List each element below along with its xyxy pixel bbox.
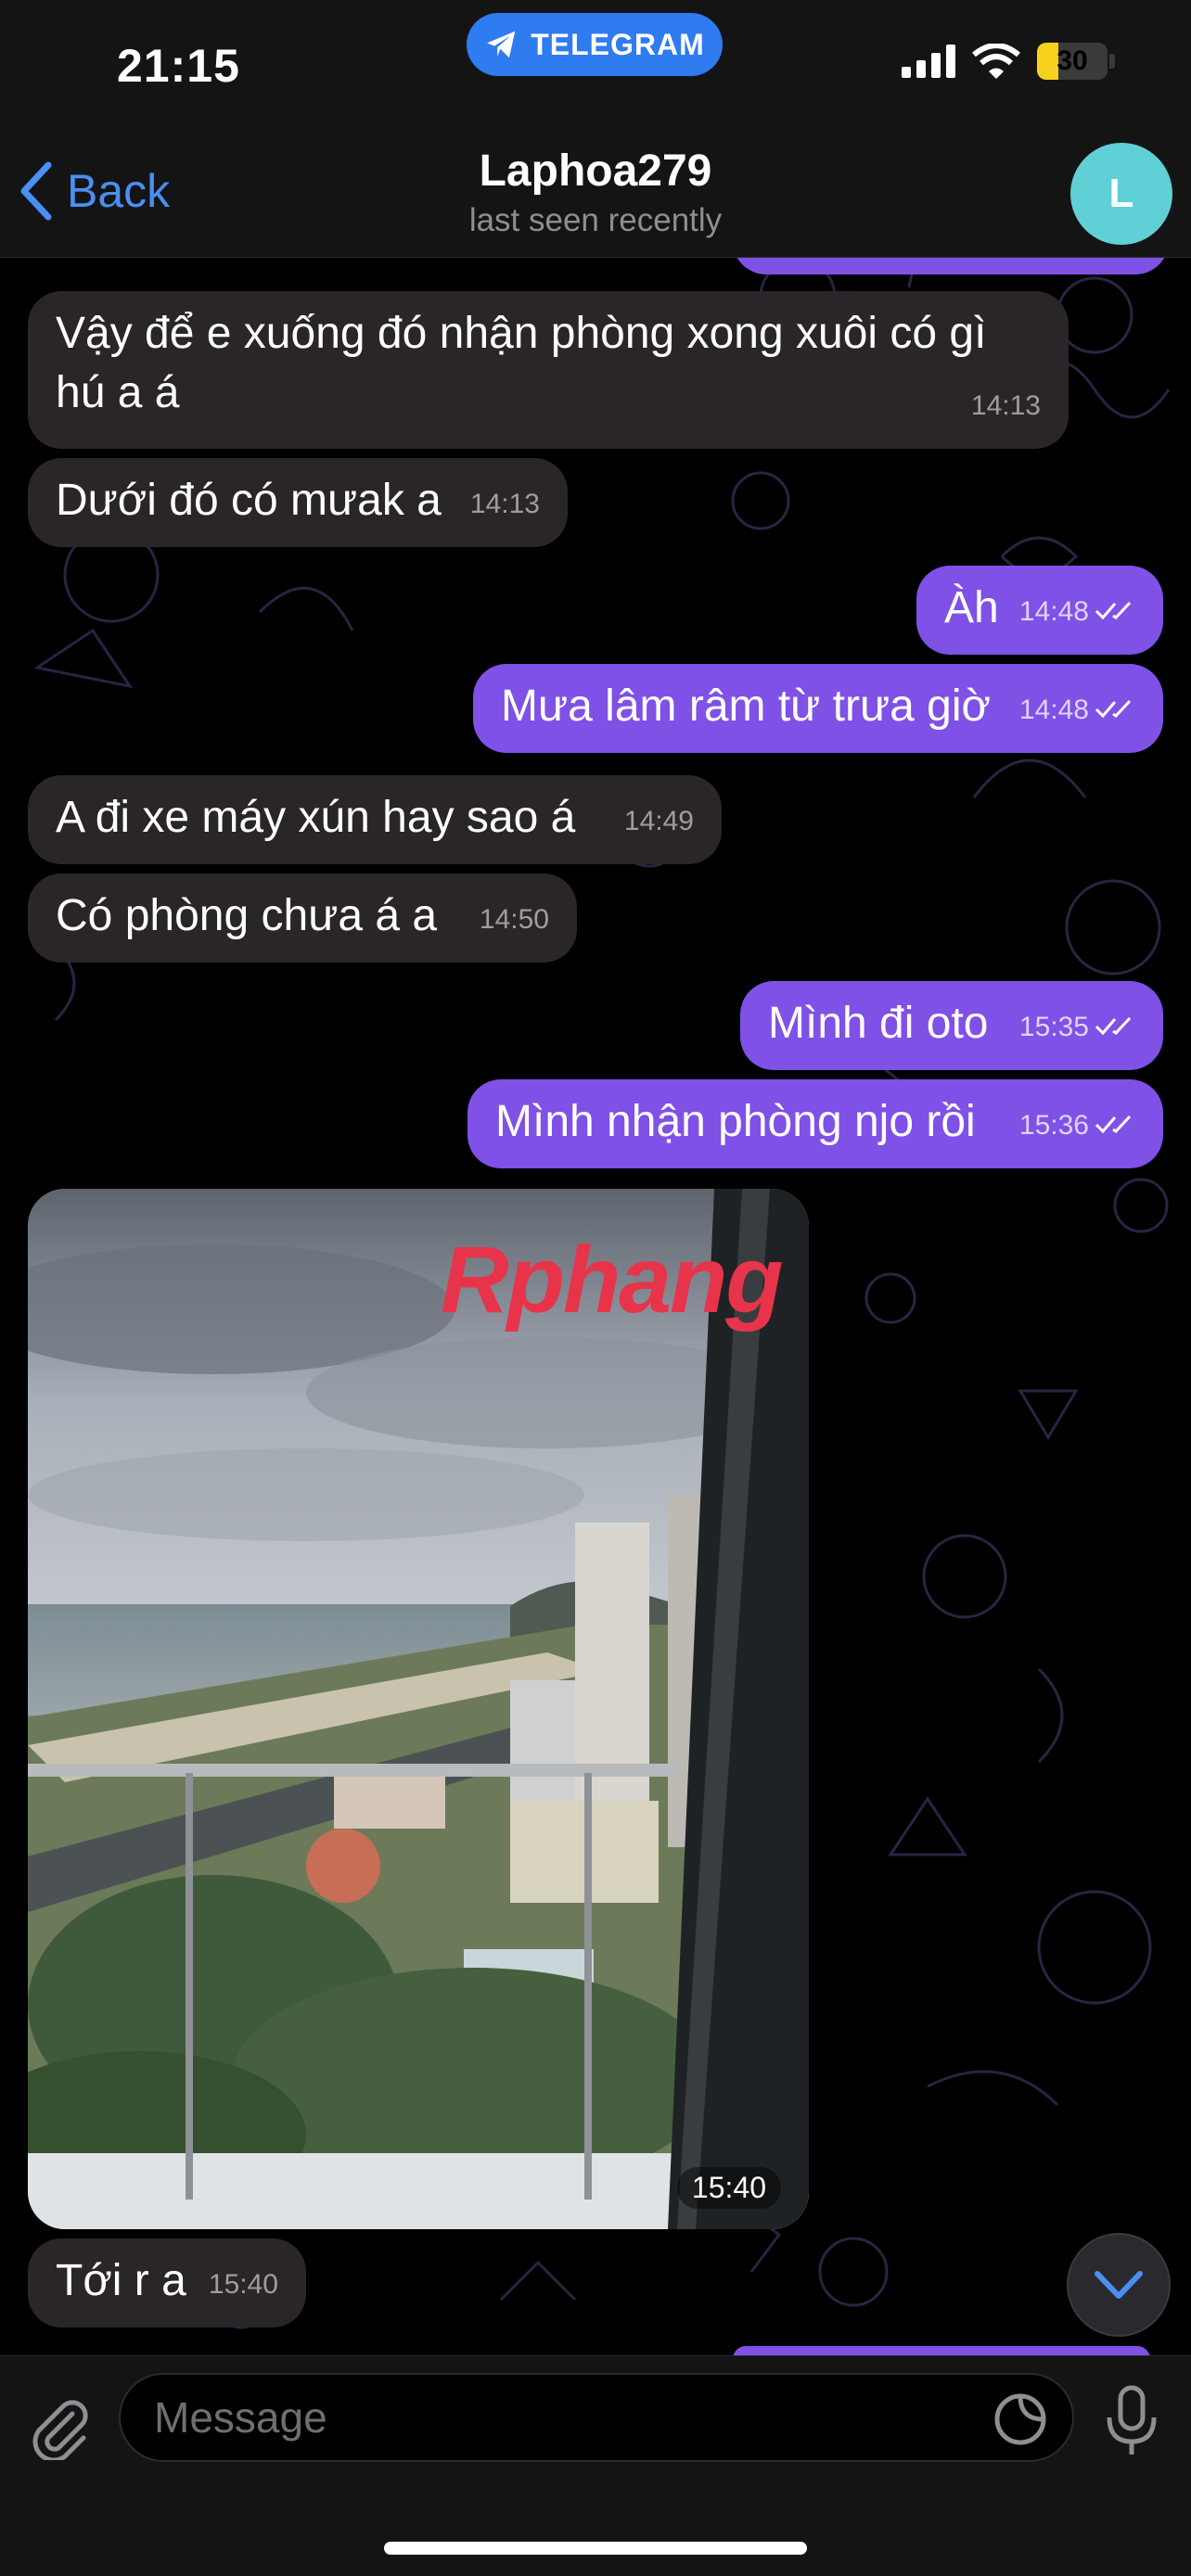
message-time: 14:49 (623, 806, 694, 836)
message-time: 14:13 (970, 390, 1041, 421)
photo-time: 15:40 (676, 2167, 781, 2209)
balcony-sea-view-photo (28, 1189, 809, 2229)
message-text: A đi xe máy xún hay sao á (56, 793, 576, 842)
message-text: Mưa lâm râm từ trưa giờ (501, 682, 991, 731)
message-time: 14:50 (479, 904, 549, 935)
message-bubble-incoming[interactable]: A đi xe máy xún hay sao á 14:49 (28, 775, 722, 864)
message-time: 14:13 (469, 489, 540, 519)
message-bubble-outgoing[interactable]: Mưa lâm râm từ trưa giờ 14:48 (473, 664, 1163, 753)
message-list: Vậy để e xuống đó nhận phòng xong xuôi c… (0, 0, 1191, 2576)
back-label: Back (67, 165, 171, 217)
microphone-icon[interactable] (1102, 2384, 1161, 2458)
status-bar: 21:15 TELEGRAM 30 (0, 0, 1191, 139)
message-text: Mình nhận phòng njo rồi (495, 1097, 976, 1146)
avatar[interactable]: L (1070, 143, 1172, 245)
battery-icon: 30 (1037, 43, 1108, 80)
message-time: 15:35 (1019, 998, 1135, 1057)
message-text: Tới r a (56, 2256, 186, 2305)
message-bubble-outgoing[interactable]: Mình nhận phòng njo rồi 15:36 (467, 1079, 1163, 1168)
message-text: Dưới đó có mưak a (56, 476, 442, 525)
chat-header: Back Laphoa279 last seen recently L (0, 139, 1191, 258)
clock: 21:15 (117, 40, 240, 92)
scroll-down-button[interactable] (1067, 2233, 1171, 2337)
double-check-icon (1095, 1096, 1135, 1155)
message-text: Mình đi oto (768, 999, 989, 1048)
contact-name: Laphoa279 (479, 147, 712, 196)
signal-icon (902, 45, 955, 78)
telegram-pill-label: TELEGRAM (531, 27, 705, 61)
contact-status: last seen recently (468, 202, 723, 238)
message-bubble-incoming[interactable]: Tới r a 15:40 (28, 2238, 306, 2327)
home-indicator (384, 2542, 807, 2555)
paperclip-icon[interactable] (26, 2393, 93, 2460)
telegram-pill[interactable]: TELEGRAM (467, 13, 723, 76)
message-input-bar (0, 2355, 1191, 2576)
sticker-icon[interactable] (992, 2391, 1048, 2447)
chevron-down-icon (1095, 2271, 1143, 2299)
message-bubble-incoming[interactable]: Có phòng chưa á a 14:50 (28, 874, 577, 963)
message-text: Àh (944, 583, 999, 632)
chevron-left-icon (20, 161, 52, 221)
battery-tip (1109, 54, 1115, 69)
message-time: 15:36 (1019, 1096, 1135, 1155)
double-check-icon (1095, 998, 1135, 1057)
double-check-icon (1095, 582, 1135, 642)
message-text: Vậy để e xuống đó nhận phòng xong xuôi c… (56, 309, 987, 417)
avatar-initial: L (1108, 171, 1134, 216)
contact-title[interactable]: Laphoa279 last seen recently (317, 143, 874, 241)
message-time: 15:40 (208, 2269, 278, 2300)
message-bubble-outgoing[interactable]: Mình đi oto 15:35 (740, 981, 1163, 1070)
message-bubble-incoming[interactable]: Vậy để e xuống đó nhận phòng xong xuôi c… (28, 291, 1069, 449)
message-input[interactable] (154, 2375, 970, 2460)
message-bubble-outgoing[interactable]: Àh 14:48 (916, 566, 1163, 655)
telegram-plane-icon (487, 31, 516, 58)
photo-watermark: Rphang (441, 1227, 784, 1333)
photo-message[interactable]: Rphang 15:40 (28, 1189, 809, 2229)
message-time: 14:48 (1019, 681, 1135, 740)
battery-percent: 30 (1057, 45, 1088, 76)
message-time: 14:48 (1019, 582, 1135, 642)
double-check-icon (1095, 681, 1135, 740)
message-text: Có phòng chưa á a (56, 891, 438, 940)
message-field[interactable] (119, 2373, 1074, 2462)
back-button[interactable]: Back (19, 158, 170, 224)
message-bubble-incoming[interactable]: Dưới đó có mưak a 14:13 (28, 458, 568, 547)
wifi-icon (972, 44, 1020, 79)
